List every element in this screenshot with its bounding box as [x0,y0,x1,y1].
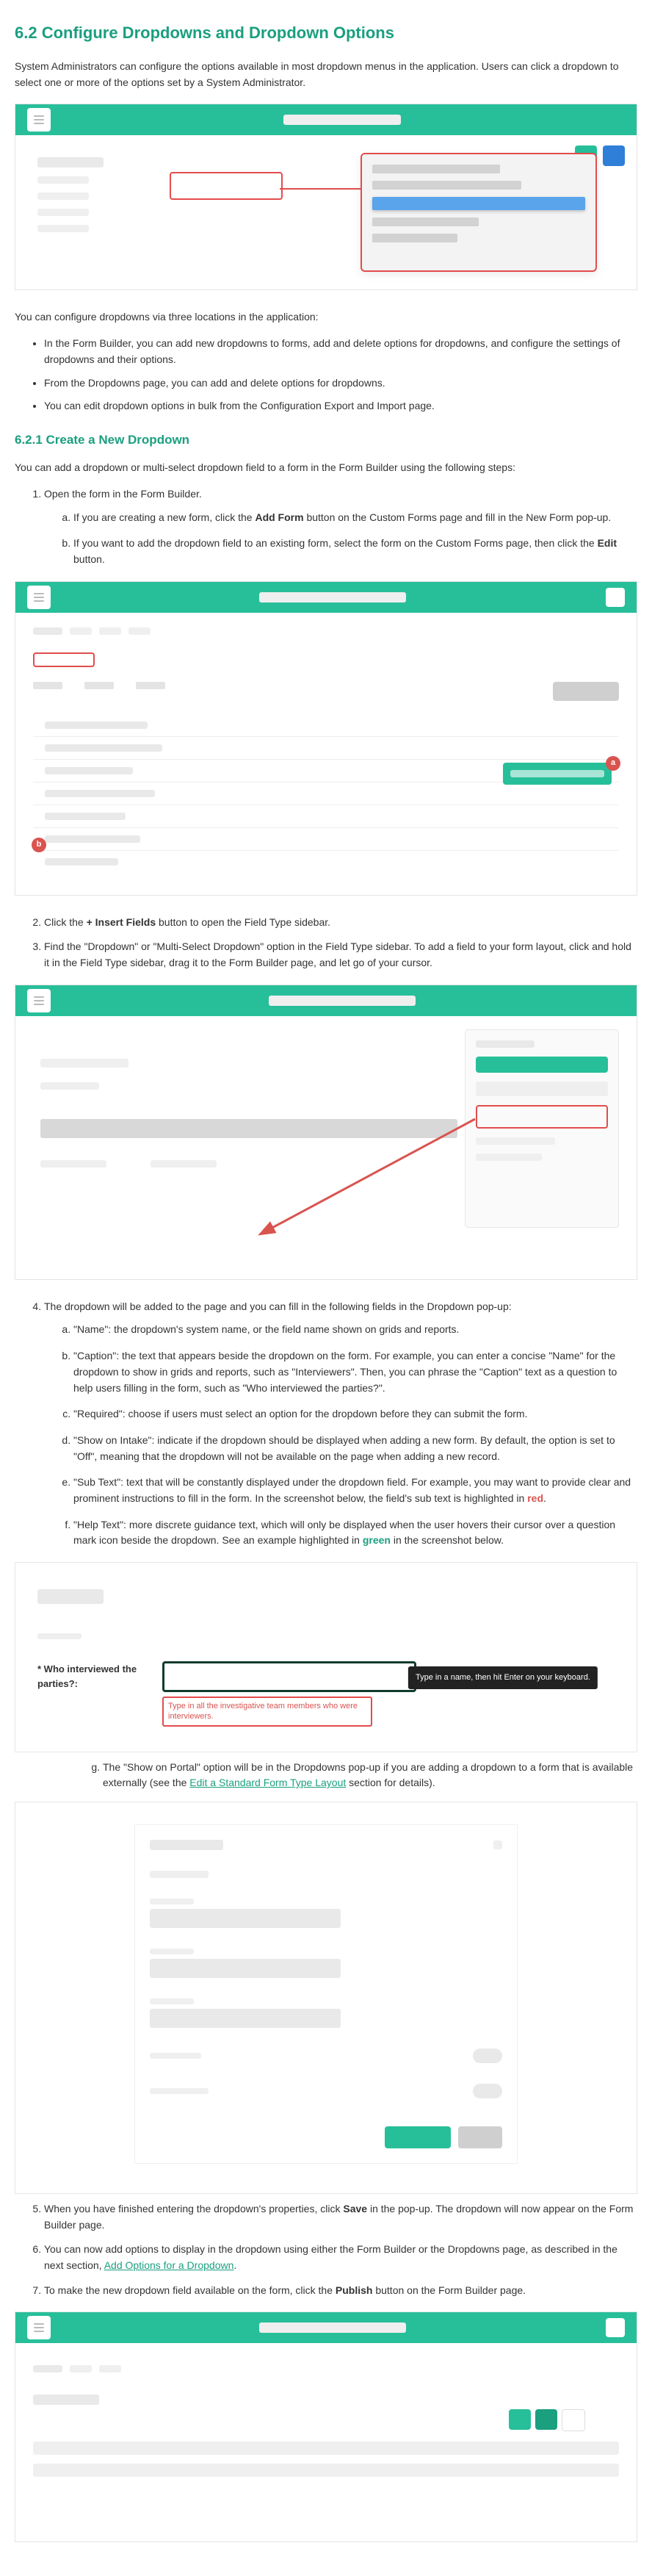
field-type-sidebar [465,1029,619,1228]
menu-icon [27,2316,51,2339]
insert-fields-button [503,763,612,785]
menu-icon [27,108,51,132]
field-c: "Required": choose if users must select … [73,1406,637,1422]
screenshot-dropdown-panel [15,104,637,290]
step-2: Click the + Insert Fields button to open… [44,915,637,931]
list-item: In the Form Builder, you can add new dro… [44,336,637,367]
portal-note: The "Show on Portal" option will be in t… [103,1760,637,1791]
step-6: You can now add options to display in th… [44,2242,637,2273]
portal-note-list: The "Show on Portal" option will be in t… [73,1760,637,1791]
list-item: From the Dropdowns page, you can add and… [44,375,637,392]
screenshot-field-guidance: * Who interviewed the parties?: Type in … [15,1562,637,1752]
section-intro: System Administrators can configure the … [15,59,637,90]
section-heading: 6.2 Configure Dropdowns and Dropdown Opt… [15,21,637,46]
link-add-options[interactable]: Add Options for a Dropdown [104,2259,234,2271]
subsection-heading: 6.2.1 Create a New Dropdown [15,431,637,450]
callout-badge-a: a [606,756,620,771]
screenshot-form-builder-list: a b [15,581,637,896]
step-3: Find the "Dropdown" or "Multi-Select Dro… [44,939,637,971]
cancel-button [458,2126,502,2148]
link-edit-standard-form[interactable]: Edit a Standard Form Type Layout [189,1777,346,1788]
field-b: "Caption": the text that appears beside … [73,1348,637,1396]
dropdown-field-type-highlight [476,1105,608,1129]
field-input-highlight: Type in a name, then hit Enter on your k… [162,1661,416,1692]
screenshot-drag-field [15,985,637,1280]
step-1b: If you want to add the dropdown field to… [73,536,637,567]
field-d: "Show on Intake": indicate if the dropdo… [73,1433,637,1464]
dropdown-options-panel [361,153,597,272]
publish-button-group [509,2409,585,2431]
callout-badge-b: b [32,838,46,852]
step-4: The dropdown will be added to the page a… [44,1299,637,1549]
steps-list: Open the form in the Form Builder. If yo… [15,486,637,568]
step-1a: If you are creating a new form, click th… [73,510,637,526]
dropdown-field-highlight [170,172,283,200]
field-a: "Name": the dropdown's system name, or t… [73,1322,637,1338]
help-text-tooltip: Type in a name, then hit Enter on your k… [408,1666,598,1689]
step-7: To make the new dropdown field available… [44,2283,637,2299]
menu-icon [27,586,51,609]
form-name-highlight [33,652,95,667]
sub-intro: You can add a dropdown or multi-select d… [15,460,637,476]
sub-text-highlight: Type in all the investigative team membe… [162,1697,372,1727]
locations-lead: You can configure dropdowns via three lo… [15,309,637,325]
step-5: When you have finished entering the drop… [44,2201,637,2233]
steps-list-cont3: When you have finished entering the drop… [15,2201,637,2298]
save-button [385,2126,451,2148]
menu-icon [27,989,51,1012]
field-e: "Sub Text": text that will be constantly… [73,1475,637,1506]
field-caption-label: * Who interviewed the parties?: [37,1662,148,1691]
list-item: You can edit dropdown options in bulk fr… [44,398,637,414]
field-f: "Help Text": more discrete guidance text… [73,1517,637,1549]
step-1: Open the form in the Form Builder. If yo… [44,486,637,568]
steps-list-cont: Click the + Insert Fields button to open… [15,915,637,971]
document-page: 6.2 Configure Dropdowns and Dropdown Opt… [0,0,652,2576]
screenshot-portal-popup [15,1802,637,2194]
steps-list-cont2: The dropdown will be added to the page a… [15,1299,637,1549]
locations-list: In the Form Builder, you can add new dro… [15,336,637,414]
screenshot-publish [15,2311,637,2542]
